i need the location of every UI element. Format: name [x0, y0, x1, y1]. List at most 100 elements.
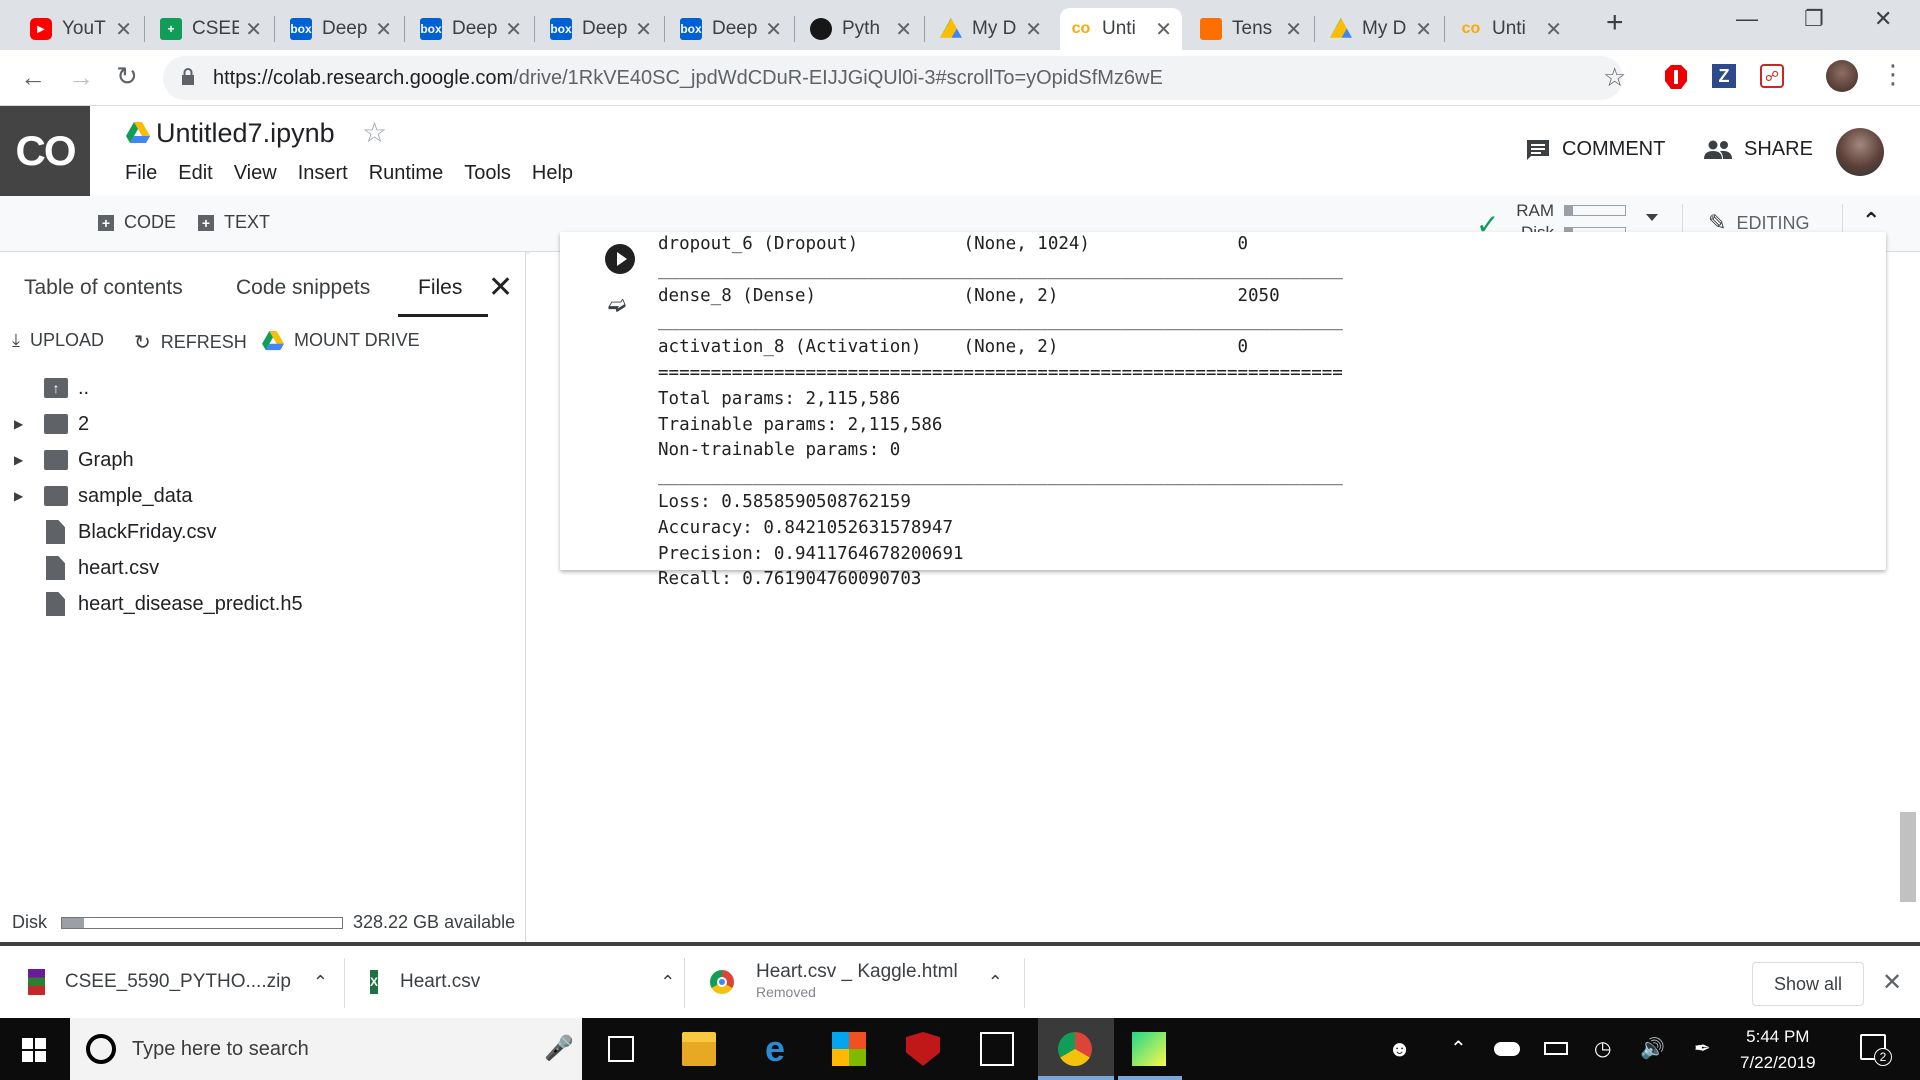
- comment-button[interactable]: COMMENT: [1526, 138, 1665, 161]
- expand-arrow-icon[interactable]: ▶: [14, 489, 23, 503]
- menu-tools[interactable]: Tools: [464, 162, 511, 185]
- mail-icon[interactable]: [980, 1032, 1014, 1066]
- address-bar[interactable]: https://colab.research.google.com/drive/…: [163, 56, 1626, 100]
- people-icon[interactable]: ☻: [1388, 1036, 1411, 1062]
- output-icon[interactable]: ➫: [608, 292, 626, 318]
- browser-tab[interactable]: co Unti ✕: [1060, 8, 1182, 50]
- run-cell-button[interactable]: [605, 244, 635, 274]
- file-item[interactable]: heart.csv: [0, 552, 520, 584]
- windows-start-icon[interactable]: [22, 1038, 46, 1062]
- tab-code-snippets[interactable]: Code snippets: [236, 276, 370, 300]
- back-icon[interactable]: ←: [20, 62, 46, 93]
- browser-tab[interactable]: My D ✕: [930, 8, 1052, 50]
- browser-tab[interactable]: box Deep ✕: [280, 8, 402, 50]
- edge-icon[interactable]: e: [758, 1031, 792, 1067]
- add-code-button[interactable]: + CODE: [98, 212, 176, 233]
- share-button[interactable]: SHARE: [1704, 138, 1813, 161]
- menu-file[interactable]: File: [125, 162, 157, 185]
- restore-icon[interactable]: ❐: [1804, 6, 1824, 32]
- close-tab-icon[interactable]: ✕: [1285, 17, 1302, 42]
- parent-folder-item[interactable]: ↑..: [0, 372, 520, 404]
- chevron-down-icon[interactable]: [1646, 214, 1658, 221]
- chevron-up-icon[interactable]: ⌃: [660, 972, 675, 993]
- adblock-extension-icon[interactable]: [1664, 64, 1688, 90]
- file-item[interactable]: BlackFriday.csv: [0, 516, 520, 548]
- tab-files[interactable]: Files: [418, 276, 462, 300]
- browser-tab[interactable]: Tens ✕: [1190, 8, 1312, 50]
- chevron-up-icon[interactable]: ⌃: [1862, 208, 1880, 234]
- close-tab-icon[interactable]: ✕: [245, 17, 262, 42]
- browser-tab[interactable]: co Unti ✕: [1450, 8, 1572, 50]
- close-tab-icon[interactable]: ✕: [895, 17, 912, 42]
- browser-tab[interactable]: My D ✕: [1320, 8, 1442, 50]
- reload-icon[interactable]: ↻: [116, 61, 138, 92]
- close-tab-icon[interactable]: ✕: [375, 17, 392, 42]
- menu-edit[interactable]: Edit: [178, 162, 212, 185]
- chrome-menu-icon[interactable]: ⋮: [1880, 59, 1906, 90]
- expand-arrow-icon[interactable]: ▶: [14, 453, 23, 467]
- show-all-button[interactable]: Show all: [1752, 962, 1864, 1006]
- store-icon[interactable]: [832, 1032, 866, 1066]
- battery-icon[interactable]: [1544, 1042, 1568, 1055]
- file-item[interactable]: heart_disease_predict.h5: [0, 588, 520, 620]
- browser-tab[interactable]: box Deep ✕: [540, 8, 662, 50]
- upload-button[interactable]: ⤓ UPLOAD: [12, 330, 104, 351]
- taskbar-search-box[interactable]: Type here to search 🎤: [70, 1018, 582, 1080]
- expand-arrow-icon[interactable]: ▶: [14, 417, 23, 431]
- pocket-extension-icon[interactable]: ☍: [1760, 64, 1784, 88]
- onedrive-icon[interactable]: [1494, 1042, 1520, 1056]
- chevron-up-icon[interactable]: ⌃: [988, 972, 1003, 993]
- close-icon[interactable]: ✕: [488, 270, 513, 305]
- close-window-icon[interactable]: ✕: [1874, 6, 1892, 32]
- browser-tab[interactable]: box Deep ✕: [670, 8, 792, 50]
- microphone-icon[interactable]: 🎤: [544, 1034, 574, 1063]
- zotero-extension-icon[interactable]: Z: [1712, 64, 1736, 88]
- close-tab-icon[interactable]: ✕: [1415, 17, 1432, 42]
- browser-tab[interactable]: Pyth ✕: [800, 8, 922, 50]
- add-text-button[interactable]: + TEXT: [198, 212, 270, 233]
- close-tab-icon[interactable]: ✕: [765, 17, 782, 42]
- colab-logo[interactable]: CO: [0, 106, 90, 196]
- menu-insert[interactable]: Insert: [298, 162, 348, 185]
- chrome-taskbar-icon[interactable]: [1058, 1032, 1092, 1066]
- volume-icon[interactable]: 🔊: [1640, 1036, 1665, 1061]
- chevron-up-icon[interactable]: ⌃: [1450, 1036, 1467, 1061]
- close-icon[interactable]: ✕: [1882, 968, 1902, 997]
- new-tab-icon[interactable]: +: [1606, 6, 1624, 40]
- mcafee-icon[interactable]: [906, 1032, 940, 1066]
- chevron-up-icon[interactable]: ⌃: [313, 972, 328, 993]
- browser-tab[interactable]: + CSEE ✕: [150, 8, 272, 50]
- profile-avatar[interactable]: [1826, 60, 1858, 92]
- close-tab-icon[interactable]: ✕: [1155, 17, 1172, 42]
- bookmark-star-icon[interactable]: ☆: [1603, 62, 1626, 93]
- browser-tab[interactable]: ▶ YouT ✕: [20, 8, 142, 50]
- tab-table-of-contents[interactable]: Table of contents: [24, 276, 183, 300]
- close-tab-icon[interactable]: ✕: [635, 17, 652, 42]
- folder-item[interactable]: ▶ 2: [0, 408, 520, 440]
- menu-runtime[interactable]: Runtime: [369, 162, 443, 185]
- forward-icon[interactable]: →: [68, 62, 94, 93]
- download-item[interactable]: Heart.csv _ Kaggle.html Removed ⌃: [710, 946, 1010, 1018]
- folder-item[interactable]: ▶ Graph: [0, 444, 520, 476]
- menu-view[interactable]: View: [234, 162, 277, 185]
- wifi-icon[interactable]: ◷: [1594, 1036, 1611, 1061]
- menu-help[interactable]: Help: [532, 162, 573, 185]
- mount-drive-button[interactable]: MOUNT DRIVE: [262, 330, 420, 351]
- scrollbar-thumb[interactable]: [1900, 812, 1916, 902]
- browser-tab[interactable]: box Deep ✕: [410, 8, 532, 50]
- download-item[interactable]: X Heart.csv ⌃: [370, 946, 675, 1018]
- close-tab-icon[interactable]: ✕: [1545, 17, 1562, 42]
- close-tab-icon[interactable]: ✕: [505, 17, 522, 42]
- system-clock[interactable]: 5:44 PM 7/22/2019: [1740, 1024, 1816, 1076]
- notebook-title[interactable]: Untitled7.ipynb: [156, 118, 335, 149]
- star-icon[interactable]: ☆: [362, 116, 387, 149]
- user-avatar[interactable]: [1836, 128, 1884, 176]
- code-cell[interactable]: ➫ dropout_6 (Dropout) (None, 1024) 0 ___…: [560, 232, 1886, 589]
- refresh-button[interactable]: ↻ REFRESH: [134, 330, 247, 355]
- close-tab-icon[interactable]: ✕: [1025, 17, 1042, 42]
- download-item[interactable]: CSEE_5590_PYTHO....zip ⌃: [28, 946, 328, 1018]
- pen-icon[interactable]: ✒: [1694, 1036, 1711, 1061]
- folder-item[interactable]: ▶ sample_data: [0, 480, 520, 512]
- file-explorer-icon[interactable]: [682, 1032, 716, 1066]
- pycharm-icon[interactable]: [1132, 1032, 1166, 1066]
